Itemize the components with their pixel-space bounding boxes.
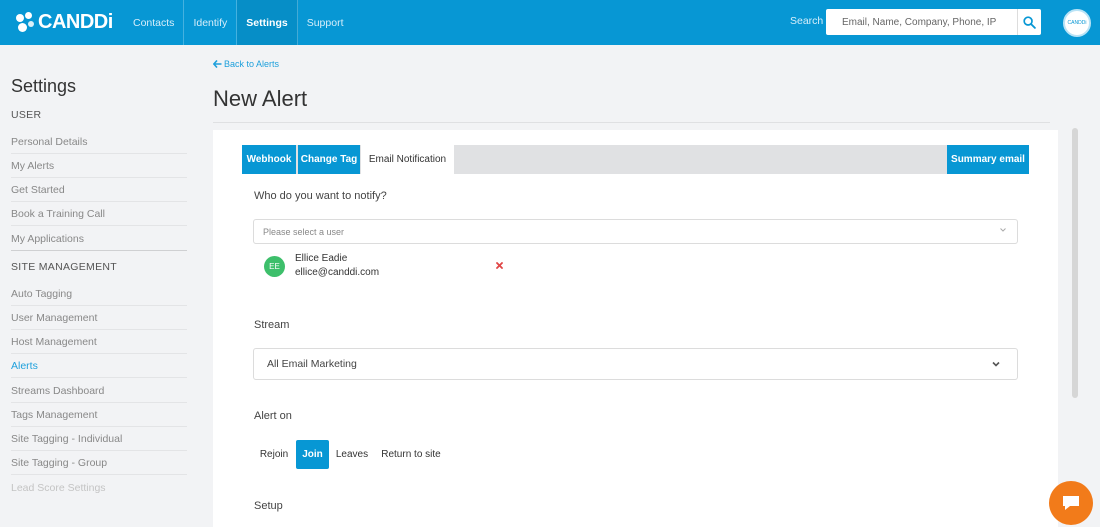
sidebar-item-user-management[interactable]: User Management bbox=[11, 306, 187, 330]
back-link-label: Back to Alerts bbox=[224, 59, 280, 69]
alert-type-tabs: Webhook Change Tag Email Notification Su… bbox=[242, 145, 1029, 174]
nav-contacts[interactable]: Contacts bbox=[124, 0, 185, 45]
canddi-logo-icon bbox=[14, 11, 36, 34]
sidebar-item-get-started[interactable]: Get Started bbox=[11, 178, 187, 202]
chevron-down-icon bbox=[1000, 228, 1006, 232]
tab-webhook[interactable]: Webhook bbox=[242, 145, 296, 174]
sidebar-item-streams-dashboard[interactable]: Streams Dashboard bbox=[11, 379, 187, 403]
selected-user-avatar: EE bbox=[264, 256, 285, 277]
chat-icon bbox=[1063, 496, 1079, 510]
section-site-management: SITE MANAGEMENT bbox=[11, 261, 118, 273]
back-to-alerts-link[interactable]: Back to Alerts bbox=[213, 59, 279, 69]
title-divider bbox=[213, 122, 1050, 123]
chat-widget-button[interactable] bbox=[1049, 481, 1093, 525]
alert-option-join[interactable]: Join bbox=[296, 440, 329, 469]
sidebar-item-host-management[interactable]: Host Management bbox=[11, 330, 187, 354]
sidebar-item-book-training-call[interactable]: Book a Training Call bbox=[11, 202, 187, 226]
selected-user-email: ellice@canddi.com bbox=[295, 267, 380, 278]
sidebar-item-my-alerts[interactable]: My Alerts bbox=[11, 154, 187, 178]
sidebar-item-personal-details[interactable]: Personal Details bbox=[11, 130, 187, 154]
search-input[interactable] bbox=[826, 10, 1014, 34]
main-nav: Contacts Identify Settings Support bbox=[124, 0, 353, 45]
sidebar-item-tags-management[interactable]: Tags Management bbox=[11, 403, 187, 427]
sidebar-item-site-tagging-individual[interactable]: Site Tagging - Individual bbox=[11, 427, 187, 451]
notify-question: Who do you want to notify? bbox=[254, 190, 387, 202]
close-icon bbox=[496, 262, 503, 269]
arrow-left-icon bbox=[213, 60, 222, 68]
stream-label: Stream bbox=[254, 319, 290, 331]
search-button[interactable] bbox=[1017, 9, 1041, 35]
tab-change-tag[interactable]: Change Tag bbox=[298, 145, 360, 174]
nav-support[interactable]: Support bbox=[298, 0, 353, 45]
settings-sidebar: Settings USER Personal Details My Alerts… bbox=[0, 45, 200, 527]
avatar-logo-text: CANDDi bbox=[1067, 20, 1087, 26]
search-icon bbox=[1023, 15, 1036, 29]
alert-option-rejoin[interactable]: Rejoin bbox=[254, 440, 294, 469]
user-select-dropdown[interactable]: Please select a user bbox=[253, 219, 1018, 244]
chevron-down-icon bbox=[992, 361, 1000, 367]
sidebar-item-lead-score-settings[interactable]: Lead Score Settings bbox=[11, 476, 187, 500]
setup-label: Setup bbox=[254, 500, 283, 512]
search-label: Search bbox=[790, 15, 824, 27]
tab-summary-email[interactable]: Summary email bbox=[947, 145, 1029, 174]
remove-user-button[interactable] bbox=[496, 261, 503, 271]
sidebar-item-auto-tagging[interactable]: Auto Tagging bbox=[11, 282, 187, 306]
sidebar-item-alerts[interactable]: Alerts bbox=[11, 354, 187, 378]
user-select-placeholder: Please select a user bbox=[263, 226, 345, 237]
sidebar-item-my-applications[interactable]: My Applications bbox=[11, 227, 187, 251]
stream-selected-value: All Email Marketing bbox=[267, 358, 357, 370]
alert-option-leaves[interactable]: Leaves bbox=[332, 440, 372, 469]
section-user: USER bbox=[11, 109, 42, 121]
page-title: New Alert bbox=[213, 86, 308, 111]
brand-logo[interactable]: CANDDi bbox=[14, 0, 114, 45]
user-avatar[interactable]: CANDDi bbox=[1063, 9, 1091, 37]
brand-name: CANDDi bbox=[38, 11, 113, 33]
stream-select-dropdown[interactable]: All Email Marketing bbox=[253, 348, 1018, 380]
sidebar-item-site-tagging-group[interactable]: Site Tagging - Group bbox=[11, 451, 187, 475]
alert-on-label: Alert on bbox=[254, 410, 292, 422]
scrollbar[interactable] bbox=[1072, 128, 1078, 398]
alert-option-return-to-site[interactable]: Return to site bbox=[377, 440, 445, 469]
top-navbar: CANDDi Contacts Identify Settings Suppor… bbox=[0, 0, 1100, 45]
sidebar-title: Settings bbox=[11, 76, 77, 96]
selected-user-name: Ellice Eadie bbox=[295, 253, 348, 264]
nav-settings[interactable]: Settings bbox=[237, 0, 298, 45]
search-box bbox=[826, 9, 1041, 35]
tab-email-notification[interactable]: Email Notification bbox=[361, 145, 454, 174]
nav-identify[interactable]: Identify bbox=[184, 0, 238, 45]
